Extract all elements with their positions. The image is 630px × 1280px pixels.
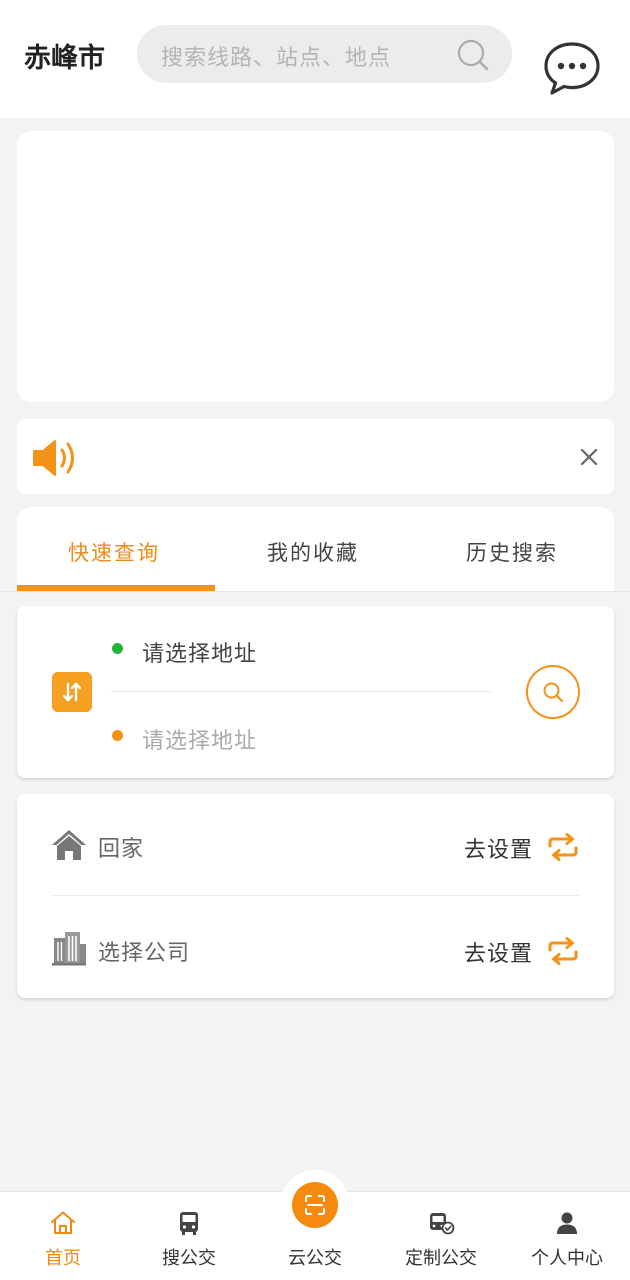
- search-icon: [543, 682, 564, 703]
- destination-dot: [112, 730, 123, 741]
- nav-search-bus[interactable]: 搜公交: [126, 1192, 252, 1280]
- route-divider: [111, 691, 491, 692]
- set-company-button[interactable]: 去设置: [464, 936, 533, 968]
- tab-quick-query[interactable]: 快速查询: [68, 537, 160, 567]
- favorite-home-row[interactable]: 回家 去设置: [17, 794, 614, 896]
- nav-home[interactable]: 首页: [0, 1192, 126, 1280]
- cycle-icon[interactable]: [546, 937, 580, 965]
- tab-my-favorites[interactable]: 我的收藏: [267, 537, 359, 567]
- cloud-bus-scan-button[interactable]: [292, 1182, 338, 1228]
- building-icon: [52, 932, 86, 966]
- scan-icon: [305, 1195, 325, 1215]
- set-home-button[interactable]: 去设置: [464, 832, 533, 864]
- speaker-icon: [33, 440, 74, 476]
- search-icon[interactable]: [456, 38, 490, 72]
- nav-label: 云公交: [288, 1248, 342, 1269]
- swap-icon: [62, 682, 82, 702]
- nav-label: 首页: [45, 1248, 81, 1269]
- close-icon[interactable]: [578, 446, 600, 468]
- favorite-places-card: 回家 去设置 选择公司 去设置: [17, 794, 614, 998]
- route-search-button[interactable]: [526, 665, 580, 719]
- home-icon: [51, 1211, 75, 1234]
- custom-bus-icon: [430, 1213, 455, 1235]
- message-icon[interactable]: [543, 40, 601, 96]
- user-icon: [557, 1212, 577, 1234]
- tabs-divider: [0, 591, 630, 592]
- home-icon: [52, 830, 86, 860]
- favorite-label: 回家: [98, 837, 145, 862]
- tab-search-history[interactable]: 历史搜索: [466, 537, 558, 567]
- favorite-label: 选择公司: [98, 941, 191, 966]
- favorite-company-row[interactable]: 选择公司 去设置: [17, 896, 614, 998]
- city-selector[interactable]: 赤峰市: [24, 36, 105, 75]
- nav-profile[interactable]: 个人中心: [504, 1192, 630, 1280]
- top-bar: 赤峰市 搜索线路、站点、地点: [0, 0, 630, 118]
- cycle-icon[interactable]: [546, 833, 580, 861]
- search-placeholder: 搜索线路、站点、地点: [161, 46, 392, 71]
- destination-input[interactable]: 请选择地址: [142, 723, 257, 755]
- nav-label: 搜公交: [162, 1248, 216, 1269]
- query-tabs: 快速查询 我的收藏 历史搜索: [17, 507, 614, 591]
- bus-icon: [180, 1212, 198, 1235]
- route-planner-card: 请选择地址 请选择地址: [17, 606, 614, 778]
- nav-label: 个人中心: [531, 1248, 603, 1269]
- banner-area[interactable]: [17, 131, 614, 402]
- nav-label: 定制公交: [405, 1248, 477, 1269]
- nav-custom-bus[interactable]: 定制公交: [378, 1192, 504, 1280]
- notice-bar: [17, 419, 614, 494]
- origin-input[interactable]: 请选择地址: [142, 636, 257, 668]
- origin-dot: [112, 643, 123, 654]
- swap-button[interactable]: [52, 672, 92, 712]
- search-bar[interactable]: 搜索线路、站点、地点: [137, 25, 512, 83]
